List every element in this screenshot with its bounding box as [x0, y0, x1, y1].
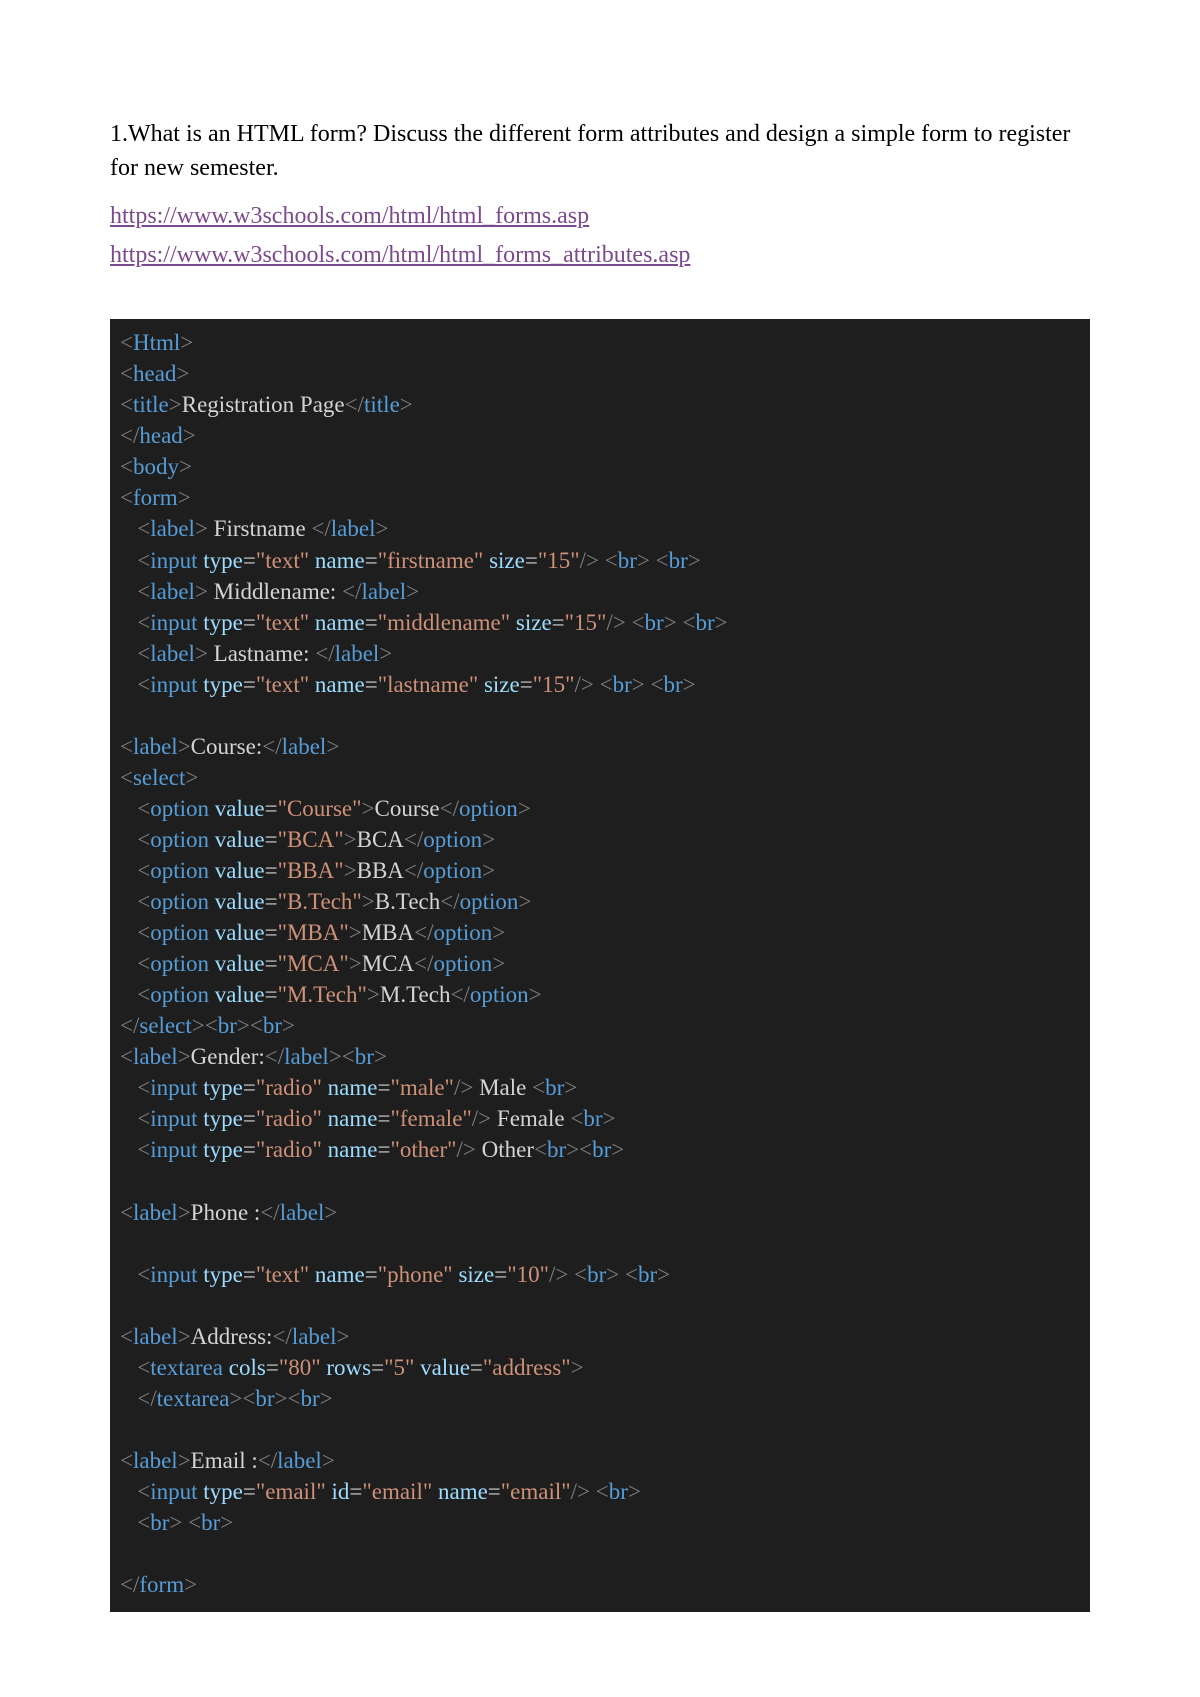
question-text: 1.What is an HTML form? Discuss the diff… [110, 118, 1090, 185]
label-middlename: Middlename: [208, 579, 342, 604]
label-address: Address: [191, 1324, 273, 1349]
code-block: <Html> <head> <title>Registration Page</… [110, 319, 1090, 1612]
label-gender: Gender: [191, 1044, 265, 1069]
reference-link-2[interactable]: https://www.w3schools.com/html/html_form… [110, 242, 1090, 269]
label-lastname: Lastname: [208, 641, 315, 666]
label-phone: Phone : [191, 1200, 261, 1225]
title-text: Registration Page [182, 392, 345, 417]
label-course: Course: [191, 734, 263, 759]
label-email: Email : [191, 1448, 258, 1473]
reference-link-1[interactable]: https://www.w3schools.com/html/html_form… [110, 203, 1090, 230]
document-page: 1.What is an HTML form? Discuss the diff… [0, 0, 1200, 1697]
label-firstname: Firstname [208, 516, 312, 541]
